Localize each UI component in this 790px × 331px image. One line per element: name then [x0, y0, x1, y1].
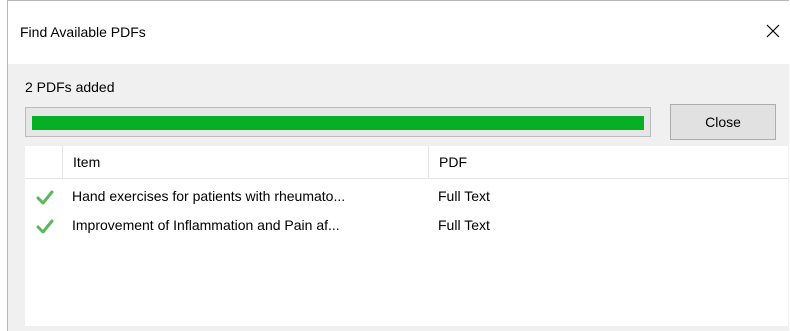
list-item[interactable]: Improvement of Inflammation and Pain af.…	[25, 214, 788, 238]
list-header: Item PDF	[25, 146, 788, 179]
progress-bar	[25, 107, 651, 137]
item-title: Improvement of Inflammation and Pain af.…	[72, 217, 340, 233]
item-title: Hand exercises for patients with rheumat…	[72, 188, 346, 204]
column-header-item-label: Item	[73, 154, 101, 170]
find-pdfs-dialog: Find Available PDFs 2 PDFs added Close I…	[7, 0, 789, 331]
close-button[interactable]: Close	[670, 104, 776, 140]
column-header-pdf-label: PDF	[439, 154, 467, 170]
list-item[interactable]: Hand exercises for patients with rheumat…	[25, 185, 788, 209]
dialog-title: Find Available PDFs	[20, 24, 146, 40]
results-list: Item PDF Hand exercises for patients wit…	[25, 146, 788, 326]
checkmark-icon	[36, 188, 54, 206]
status-text: 2 PDFs added	[25, 79, 115, 95]
checkmark-icon	[36, 217, 54, 235]
pdf-status: Full Text	[438, 217, 490, 233]
pdf-status: Full Text	[438, 188, 490, 204]
column-header-status[interactable]	[25, 146, 63, 179]
progress-fill	[32, 116, 644, 130]
title-bar: Find Available PDFs	[8, 1, 789, 64]
close-icon[interactable]	[759, 17, 787, 45]
column-header-item[interactable]: Item	[63, 146, 429, 179]
column-header-pdf[interactable]: PDF	[429, 146, 788, 179]
